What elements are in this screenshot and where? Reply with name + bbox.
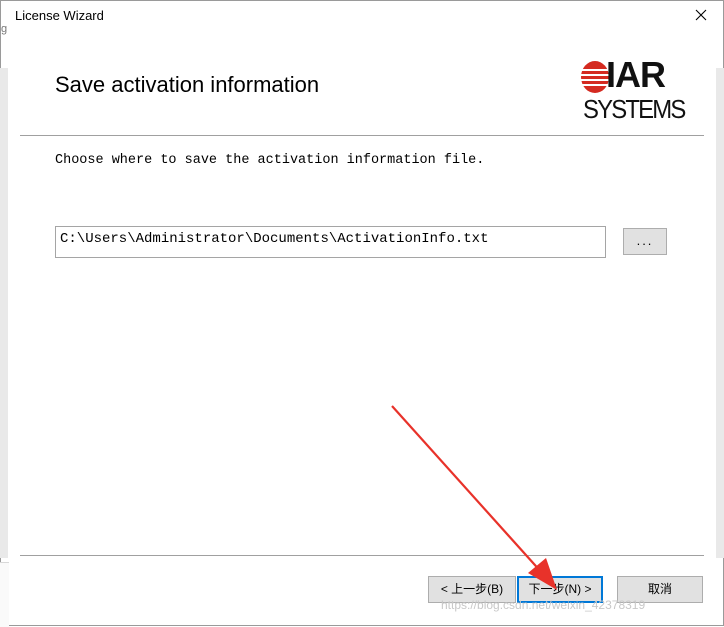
close-icon — [695, 9, 707, 21]
page-title: Save activation information — [55, 72, 320, 97]
title-bar: License Wizard — [0, 0, 724, 30]
cancel-button[interactable]: 取消 — [617, 576, 703, 603]
close-button[interactable] — [678, 0, 724, 30]
browse-button[interactable]: ... — [623, 228, 667, 255]
instruction-text: Choose where to save the activation info… — [55, 153, 485, 168]
logo-text-systems: SYSTEMS — [583, 94, 686, 124]
footer-divider-highlight — [20, 556, 704, 557]
next-button[interactable]: 下一步(N) > — [517, 576, 603, 603]
logo-text-iar: IAR — [606, 54, 666, 95]
background-window-edge-right — [716, 68, 724, 558]
window-title: License Wizard — [15, 8, 104, 23]
iar-systems-logo: IAR SYSTEMS — [580, 54, 686, 124]
back-button[interactable]: < 上一步(B) — [428, 576, 516, 603]
header-divider-highlight — [20, 136, 704, 137]
background-window-bottom — [0, 562, 9, 627]
background-window-edge-left — [0, 68, 8, 558]
save-path-input[interactable]: C:\Users\Administrator\Documents\Activat… — [55, 226, 606, 258]
